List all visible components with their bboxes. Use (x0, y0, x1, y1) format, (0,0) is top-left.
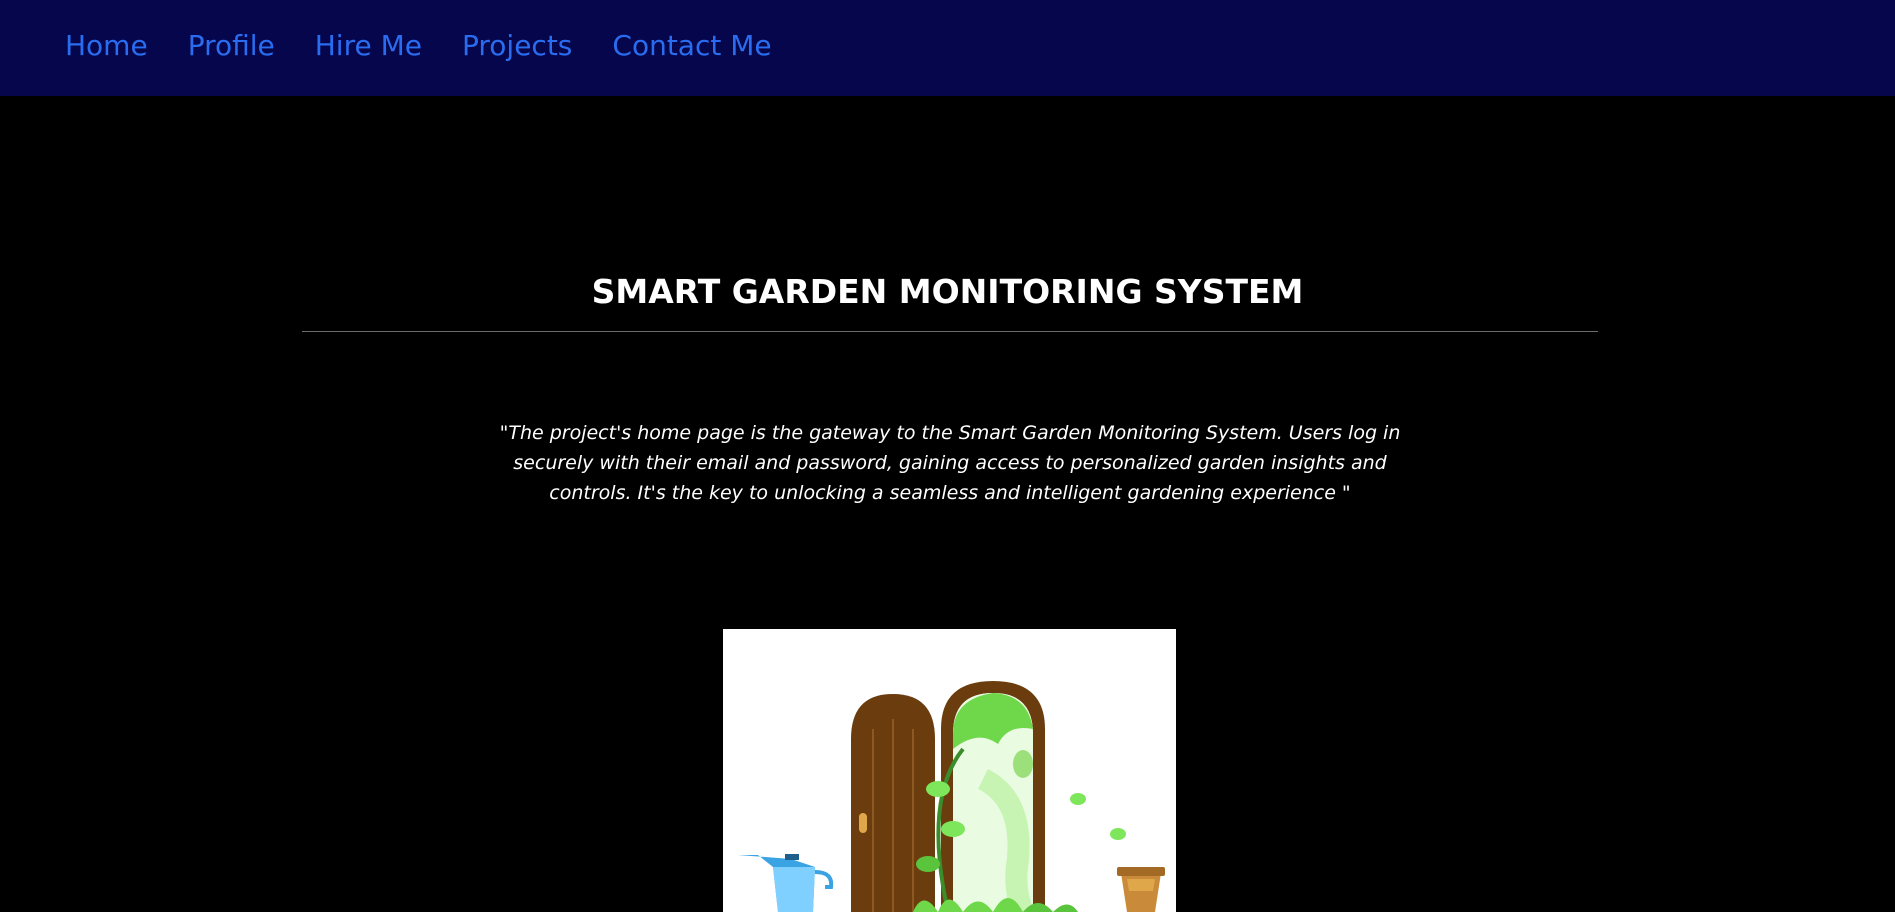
nav-item-profile: Profile (188, 24, 275, 68)
project-description: "The project's home page is the gateway … (499, 422, 1401, 504)
nav-item-home: Home (65, 24, 148, 68)
nav-link-contact-me[interactable]: Contact Me (612, 29, 771, 62)
nav-link-projects[interactable]: Projects (462, 29, 572, 62)
vine-icon (913, 681, 1126, 912)
navbar: Home Profile Hire Me Projects Contact Me (0, 0, 1895, 96)
nav-item-contact-me: Contact Me (612, 24, 771, 68)
nav-menu: Home Profile Hire Me Projects Contact Me (65, 24, 772, 68)
watering-can-icon (738, 854, 834, 912)
nav-item-projects: Projects (462, 24, 572, 68)
title-divider (302, 331, 1598, 332)
flower-pot-icon (1117, 867, 1165, 912)
nav-link-profile[interactable]: Profile (188, 29, 275, 62)
nav-item-hire-me: Hire Me (315, 24, 422, 68)
garden-door-icon (851, 694, 935, 912)
project-illustration (723, 629, 1176, 912)
nav-link-home[interactable]: Home (65, 29, 148, 62)
nav-link-hire-me[interactable]: Hire Me (315, 29, 422, 62)
project-title: SMART GARDEN MONITORING SYSTEM (591, 272, 1304, 311)
